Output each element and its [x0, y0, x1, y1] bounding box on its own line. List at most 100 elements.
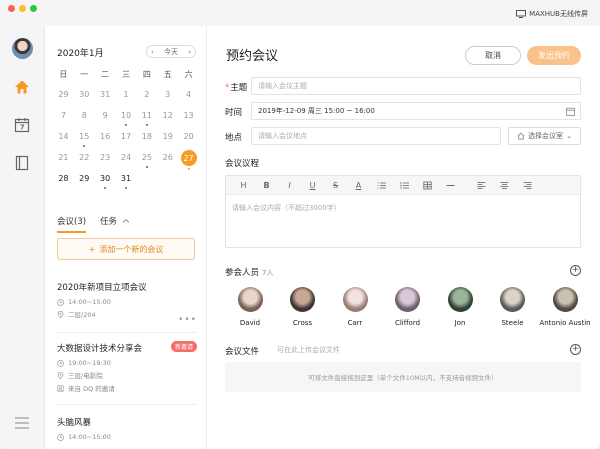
cancel-button[interactable]: 取消	[465, 46, 521, 65]
bold-button[interactable]: B	[255, 181, 278, 190]
today-button[interactable]: 今天	[164, 47, 178, 57]
calendar-day[interactable]: 14	[53, 130, 74, 151]
calendar-day[interactable]: 3	[157, 88, 178, 109]
calendar-day-number: 7	[60, 111, 66, 120]
event-dot	[83, 145, 86, 147]
underline-button[interactable]: U	[301, 181, 324, 190]
send-booking-button[interactable]: 发出预约	[527, 46, 581, 65]
weekday-label: 一	[80, 70, 89, 79]
user-avatar[interactable]	[12, 38, 33, 59]
calendar-day[interactable]: 11	[136, 109, 157, 130]
calendar-day[interactable]: 16	[95, 130, 116, 151]
prev-month-button[interactable]: ‹	[151, 48, 154, 56]
calendar-day[interactable]: 23	[95, 151, 116, 172]
ordered-list-button[interactable]	[370, 181, 393, 190]
divider	[57, 404, 197, 405]
attendee[interactable]: David	[225, 287, 275, 327]
close-window-button[interactable]	[8, 5, 15, 12]
title-bar: MAXHUB无线传屏	[0, 0, 600, 26]
meeting-item[interactable]: 2020年新项目立项会议 14:00~15:00 二层/204 •••	[57, 281, 197, 325]
time-field[interactable]: 2019年-12-09 周三 15:00 ~ 16:00	[251, 102, 581, 120]
calendar-day-number: 8	[81, 111, 87, 120]
tab-meetings[interactable]: 会议(3)	[57, 215, 87, 233]
calendar-day[interactable]: 9	[95, 109, 116, 130]
calendar-day[interactable]: 20	[178, 130, 199, 151]
next-month-button[interactable]: ›	[188, 48, 191, 56]
calendar-day[interactable]: 19	[157, 130, 178, 151]
calendar-day[interactable]: 4	[178, 88, 199, 109]
location-input[interactable]: 请输入会议地点	[251, 127, 501, 145]
calendar-day[interactable]: 15	[74, 130, 95, 151]
attendee[interactable]: Clifford	[383, 287, 433, 327]
calendar-day[interactable]: 28	[53, 172, 74, 193]
calendar-day[interactable]: 29	[53, 88, 74, 109]
tab-tasks[interactable]: 任务	[100, 215, 117, 233]
calendar-day[interactable]: 17	[116, 130, 137, 151]
heading-button[interactable]: H	[232, 181, 255, 190]
calendar-day[interactable]: 24	[116, 151, 137, 172]
calendar-day[interactable]: 10	[116, 109, 137, 130]
table-button[interactable]	[416, 181, 439, 190]
more-options-icon[interactable]: •••	[178, 315, 197, 325]
calendar-day[interactable]: 2	[136, 88, 157, 109]
calendar-day[interactable]: 31	[95, 88, 116, 109]
maximize-window-button[interactable]	[30, 5, 37, 12]
italic-button[interactable]: I	[278, 181, 301, 190]
meeting-item[interactable]: 大数据设计技术分享会 新邀请 19:00~19:30 三层/电影院 来自 DQ …	[57, 341, 197, 396]
calendar-day[interactable]: 1	[116, 88, 137, 109]
calendar-day[interactable]: 25	[136, 151, 157, 172]
subject-input[interactable]: 请输入会议主题	[251, 77, 581, 95]
add-attendee-button[interactable]: +	[570, 265, 581, 276]
meeting-invite-row: 来自 DQ 的邀请	[57, 383, 197, 393]
align-left-button[interactable]	[470, 181, 493, 190]
attendee[interactable]: Steele	[488, 287, 538, 327]
location-pin-icon	[57, 371, 64, 379]
event-dot	[124, 124, 127, 126]
attendee[interactable]: Jon	[435, 287, 485, 327]
calendar-day[interactable]: 13	[178, 109, 199, 130]
meeting-place: 三层/电影院	[68, 372, 103, 380]
add-meeting-button[interactable]: + 添加一个新的会议	[57, 238, 195, 260]
calendar-day[interactable]: 22	[74, 151, 95, 172]
choose-room-button[interactable]: 选择会议室 ⌄	[508, 127, 581, 145]
calendar-day-number: 15	[79, 132, 90, 141]
calendar-day[interactable]: 26	[157, 151, 178, 172]
weekday-label: 日	[59, 70, 68, 79]
calendar-day-selected[interactable]: 27	[178, 150, 199, 172]
file-dropzone[interactable]: 可将文件直接拖到这里（单个文件10M以内，不支持音视频文件）	[225, 362, 581, 392]
calendar-day[interactable]: 30	[74, 88, 95, 109]
calendar-day[interactable]: 30	[95, 172, 116, 193]
calendar-day[interactable]: 18	[136, 130, 157, 151]
calendar-day[interactable]: 8	[74, 109, 95, 130]
clock-icon	[57, 359, 64, 367]
add-file-button[interactable]: +	[570, 344, 581, 355]
nav-notebook[interactable]	[13, 154, 31, 172]
minimize-window-button[interactable]	[19, 5, 26, 12]
align-center-button[interactable]	[493, 181, 516, 190]
calendar-day-number: 3	[165, 90, 171, 99]
nav-home[interactable]	[13, 78, 31, 96]
screen-cast-button[interactable]: MAXHUB无线传屏	[516, 9, 588, 19]
attendee[interactable]: Carr	[330, 287, 380, 327]
attendee[interactable]: Antonio Austin	[539, 287, 591, 327]
font-color-button[interactable]: A	[347, 181, 370, 190]
chevron-up-icon[interactable]	[122, 218, 130, 223]
agenda-textarea[interactable]: 请输入会议内容（不超过3000字）	[226, 195, 580, 221]
align-right-button[interactable]	[516, 181, 539, 190]
align-left-icon	[477, 181, 486, 189]
attendee[interactable]: Cross	[278, 287, 328, 327]
home-icon	[517, 132, 525, 140]
nav-menu[interactable]	[13, 414, 31, 432]
calendar-day[interactable]: 29	[74, 172, 95, 193]
strikethrough-button[interactable]: S	[324, 181, 347, 190]
calendar-day[interactable]: 31	[116, 172, 137, 193]
calendar-day[interactable]: 7	[53, 109, 74, 130]
calendar-day[interactable]: 12	[157, 109, 178, 130]
bullet-list-button[interactable]	[393, 181, 416, 190]
calendar-picker-icon[interactable]	[566, 107, 575, 116]
meeting-item[interactable]: 头脑风暴 14:00~15:00	[57, 416, 197, 444]
nav-calendar[interactable]	[13, 116, 31, 134]
meeting-time: 19:00~19:30	[68, 359, 111, 367]
horizontal-rule-button[interactable]	[439, 181, 462, 190]
calendar-day[interactable]: 21	[53, 151, 74, 172]
